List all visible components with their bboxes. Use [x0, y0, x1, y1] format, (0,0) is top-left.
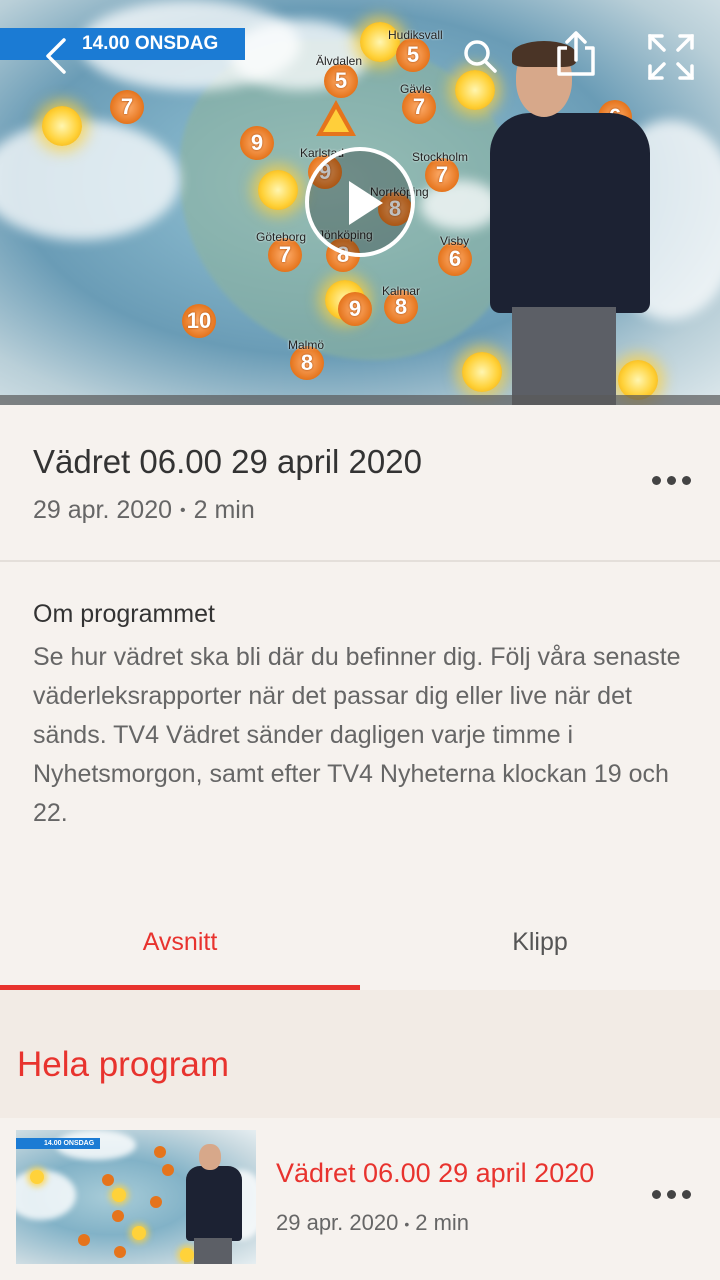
temperature-marker: 5 — [396, 38, 430, 72]
more-options-icon[interactable] — [652, 476, 692, 488]
episode-title: Vädret 06.00 29 april 2020 — [33, 443, 422, 480]
back-icon[interactable] — [40, 36, 72, 76]
temperature-marker: 5 — [324, 64, 358, 98]
list-item-date: 29 apr. 2020 — [276, 1210, 399, 1235]
map-cloud — [0, 120, 180, 240]
share-icon[interactable] — [553, 30, 599, 78]
city-label: Älvdalen — [316, 54, 363, 68]
list-item-duration: 2 min — [415, 1210, 470, 1235]
city-label: Göteborg — [256, 230, 307, 244]
city-label: Malmö — [288, 338, 325, 352]
city-label: Gävle — [400, 82, 432, 96]
search-icon[interactable] — [462, 38, 498, 74]
city-label: Stockholm — [412, 150, 469, 164]
about-heading: Om programmet — [33, 600, 215, 628]
episode-date: 29 apr. 2020 — [33, 496, 173, 524]
separator-dot: • — [404, 1216, 410, 1233]
more-options-icon[interactable] — [652, 1190, 692, 1202]
section-title: Hela program — [17, 1045, 230, 1084]
temperature-marker: 9 — [240, 126, 274, 160]
play-icon[interactable] — [305, 147, 415, 257]
sun-icon — [258, 170, 298, 210]
list-item-title[interactable]: Vädret 06.00 29 april 2020 — [276, 1158, 594, 1189]
tab-avsnitt[interactable]: Avsnitt — [0, 928, 360, 957]
temperature-marker: 9 — [338, 292, 372, 326]
tab-klipp[interactable]: Klipp — [360, 928, 720, 957]
sun-icon — [455, 70, 495, 110]
list-item-meta: 29 apr. 2020 • 2 min — [276, 1210, 469, 1236]
sun-icon — [42, 106, 82, 146]
video-player[interactable]: 5 5 7 7 9 9 7 8 7 8 6 9 8 10 8 6 9 Hudik… — [0, 0, 720, 405]
warning-icon — [316, 100, 356, 136]
city-label: Visby — [440, 234, 470, 248]
thumbnail-day-banner: 14.00 ONSDAG — [16, 1138, 100, 1149]
episode-duration: 2 min — [193, 496, 255, 524]
separator-dot: • — [180, 502, 186, 520]
episode-thumbnail[interactable]: 14.00 ONSDAG — [16, 1130, 256, 1264]
episode-meta: 29 apr. 2020 • 2 min — [33, 496, 255, 525]
divider — [0, 560, 720, 562]
day-banner: 14.00 ONSDAG — [0, 28, 245, 60]
temperature-marker: 7 — [110, 90, 144, 124]
presenter — [490, 41, 660, 405]
city-label: Hudiksvall — [388, 28, 443, 42]
about-description: Se hur vädret ska bli där du befinner di… — [33, 643, 681, 827]
progress-bar[interactable] — [0, 395, 720, 405]
city-label: Kalmar — [382, 284, 421, 298]
temperature-marker: 10 — [182, 304, 216, 338]
fullscreen-icon[interactable] — [646, 32, 696, 82]
